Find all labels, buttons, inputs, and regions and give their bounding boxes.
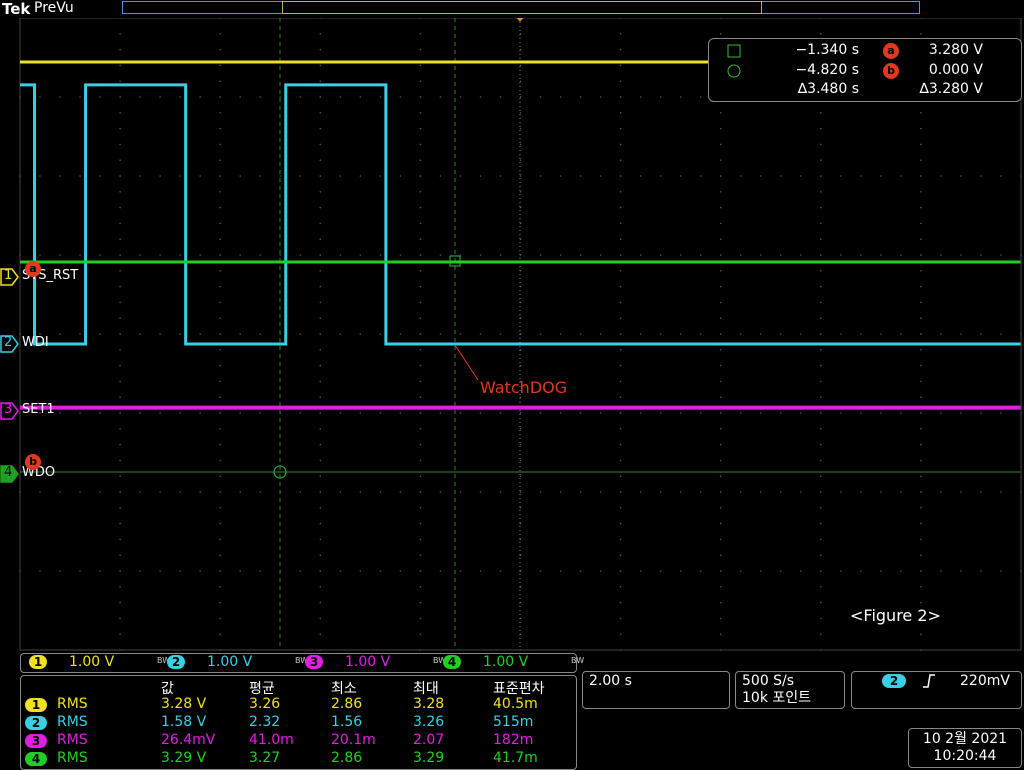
ch1-scale[interactable]: 1 1.00 V BW — [21, 654, 170, 672]
ch2-scale[interactable]: 2 1.00 V BW — [159, 654, 308, 672]
row-mean: 3.26 — [249, 696, 281, 712]
header-min: 최소 — [331, 681, 357, 697]
measurement-row-ch1[interactable]: 1 RMS 3.28 V 3.26 2.86 3.28 40.5m — [21, 696, 576, 714]
channel-3-number: 3 — [4, 402, 13, 417]
ch2-scale-number: 2 — [167, 655, 185, 669]
cursor-delta-time: ∆3.480 s — [797, 81, 859, 97]
row-max: 2.07 — [413, 732, 445, 748]
ch1-scale-value: 1.00 V — [69, 654, 115, 670]
row-mean: 3.27 — [249, 750, 281, 766]
row-value: 3.29 V — [161, 750, 207, 766]
channel-1-number: 1 — [4, 268, 13, 283]
row-std: 515m — [493, 714, 534, 730]
header-mean: 평균 — [249, 681, 275, 697]
waveform-display: WatchDOG T — [19, 18, 1022, 651]
row-value: 26.4mV — [161, 732, 216, 748]
measurement-row-ch4[interactable]: 4 RMS 3.29 V 3.27 2.86 3.29 41.7m — [21, 750, 576, 768]
row-channel-number: 1 — [25, 698, 47, 712]
row-mean: 41.0m — [249, 732, 294, 748]
row-value: 3.28 V — [161, 696, 207, 712]
row-value: 1.58 V — [161, 714, 207, 730]
row-type: RMS — [57, 714, 88, 730]
sample-rate: 500 S/s — [742, 673, 795, 689]
cursor-delta-voltage: ∆3.280 V — [919, 81, 983, 97]
channel-2-name: WDI — [22, 335, 49, 350]
figure-label: <Figure 2> — [850, 606, 941, 625]
channel-2-number: 2 — [4, 335, 13, 350]
row-mean: 2.32 — [249, 714, 281, 730]
row-std: 40.5m — [493, 696, 538, 712]
cursor-readout-panel: −1.340 s a 3.280 V −4.820 s b 0.000 V ∆3… — [708, 38, 1022, 102]
ch2-scale-value: 1.00 V — [207, 654, 253, 670]
brand-logo: Tek — [2, 0, 31, 18]
cursor-2-time: −4.820 s — [795, 62, 859, 78]
ch4-scale[interactable]: 4 1.00 V BW — [435, 654, 584, 672]
cursor-b-marker-ch4: b — [25, 454, 41, 470]
channel-3-name: SET1 — [22, 402, 55, 417]
channel-2-label[interactable]: 2 WDI — [0, 335, 80, 353]
row-type: RMS — [57, 696, 88, 712]
channel-4-number: 4 — [4, 465, 13, 480]
row-channel-number: 2 — [25, 716, 47, 730]
row-std: 41.7m — [493, 750, 538, 766]
bandwidth-limit-icon: BW — [571, 656, 585, 665]
ch3-scale[interactable]: 3 1.00 V BW — [297, 654, 446, 672]
row-channel-number: 3 — [25, 734, 47, 748]
date: 10 2월 2021 — [922, 731, 1008, 747]
row-channel-number: 4 — [25, 752, 47, 766]
acquisition-box[interactable]: 500 S/s 10k 포인트 — [735, 671, 845, 709]
time: 10:20:44 — [933, 748, 997, 764]
row-std: 182m — [493, 732, 534, 748]
row-min: 2.86 — [331, 696, 363, 712]
channel-4-label[interactable]: 4 WDO — [0, 465, 80, 483]
channel-3-label[interactable]: 3 SET1 — [0, 402, 80, 420]
annotation-watchdog: WatchDOG — [480, 378, 567, 397]
cursor-1-time: −1.340 s — [795, 42, 859, 58]
measurement-table: 값 평균 최소 최대 표준편차 1 RMS 3.28 V 3.26 2.86 3… — [20, 675, 577, 770]
ch4-scale-number: 4 — [443, 655, 461, 669]
cursor-a-voltage: 3.280 V — [928, 42, 983, 58]
ch3-scale-number: 3 — [305, 655, 323, 669]
measurement-row-ch3[interactable]: 3 RMS 26.4mV 41.0m 20.1m 2.07 182m — [21, 732, 576, 750]
row-min: 2.86 — [331, 750, 363, 766]
row-min: 1.56 — [331, 714, 363, 730]
trigger-source: 2 — [882, 674, 906, 688]
row-max: 3.29 — [413, 750, 445, 766]
datetime-box: 10 2월 2021 10:20:44 — [908, 728, 1022, 768]
cursor-b-voltage: 0.000 V — [928, 62, 983, 78]
cursor-a-marker-ch1: a — [25, 261, 41, 277]
row-type: RMS — [57, 732, 88, 748]
trigger-level: 220mV — [960, 673, 1010, 689]
row-type: RMS — [57, 750, 88, 766]
row-max: 3.28 — [413, 696, 445, 712]
ch1-scale-number: 1 — [29, 655, 47, 669]
vertical-scale-bar: 1 1.00 V BW 2 1.00 V BW 3 1.00 V BW 4 1.… — [20, 653, 584, 673]
measurement-row-ch2[interactable]: 2 RMS 1.58 V 2.32 1.56 3.26 515m — [21, 714, 576, 732]
row-max: 3.26 — [413, 714, 445, 730]
header-value: 값 — [161, 681, 174, 697]
time-per-div: 2.00 s — [589, 673, 632, 689]
horizontal-scale-box[interactable]: 2.00 s — [582, 671, 730, 709]
ch3-scale-value: 1.00 V — [345, 654, 391, 670]
record-view-window[interactable] — [282, 1, 762, 14]
ch4-scale-value: 1.00 V — [483, 654, 529, 670]
header-max: 최대 — [413, 681, 439, 697]
header-std-dev: 표준편차 — [493, 681, 545, 697]
record-length: 10k 포인트 — [742, 690, 812, 706]
acquisition-mode: PreVu — [34, 0, 74, 16]
row-min: 20.1m — [331, 732, 376, 748]
rising-edge-icon — [923, 674, 935, 688]
trigger-box[interactable]: 2 220mV — [851, 671, 1022, 709]
